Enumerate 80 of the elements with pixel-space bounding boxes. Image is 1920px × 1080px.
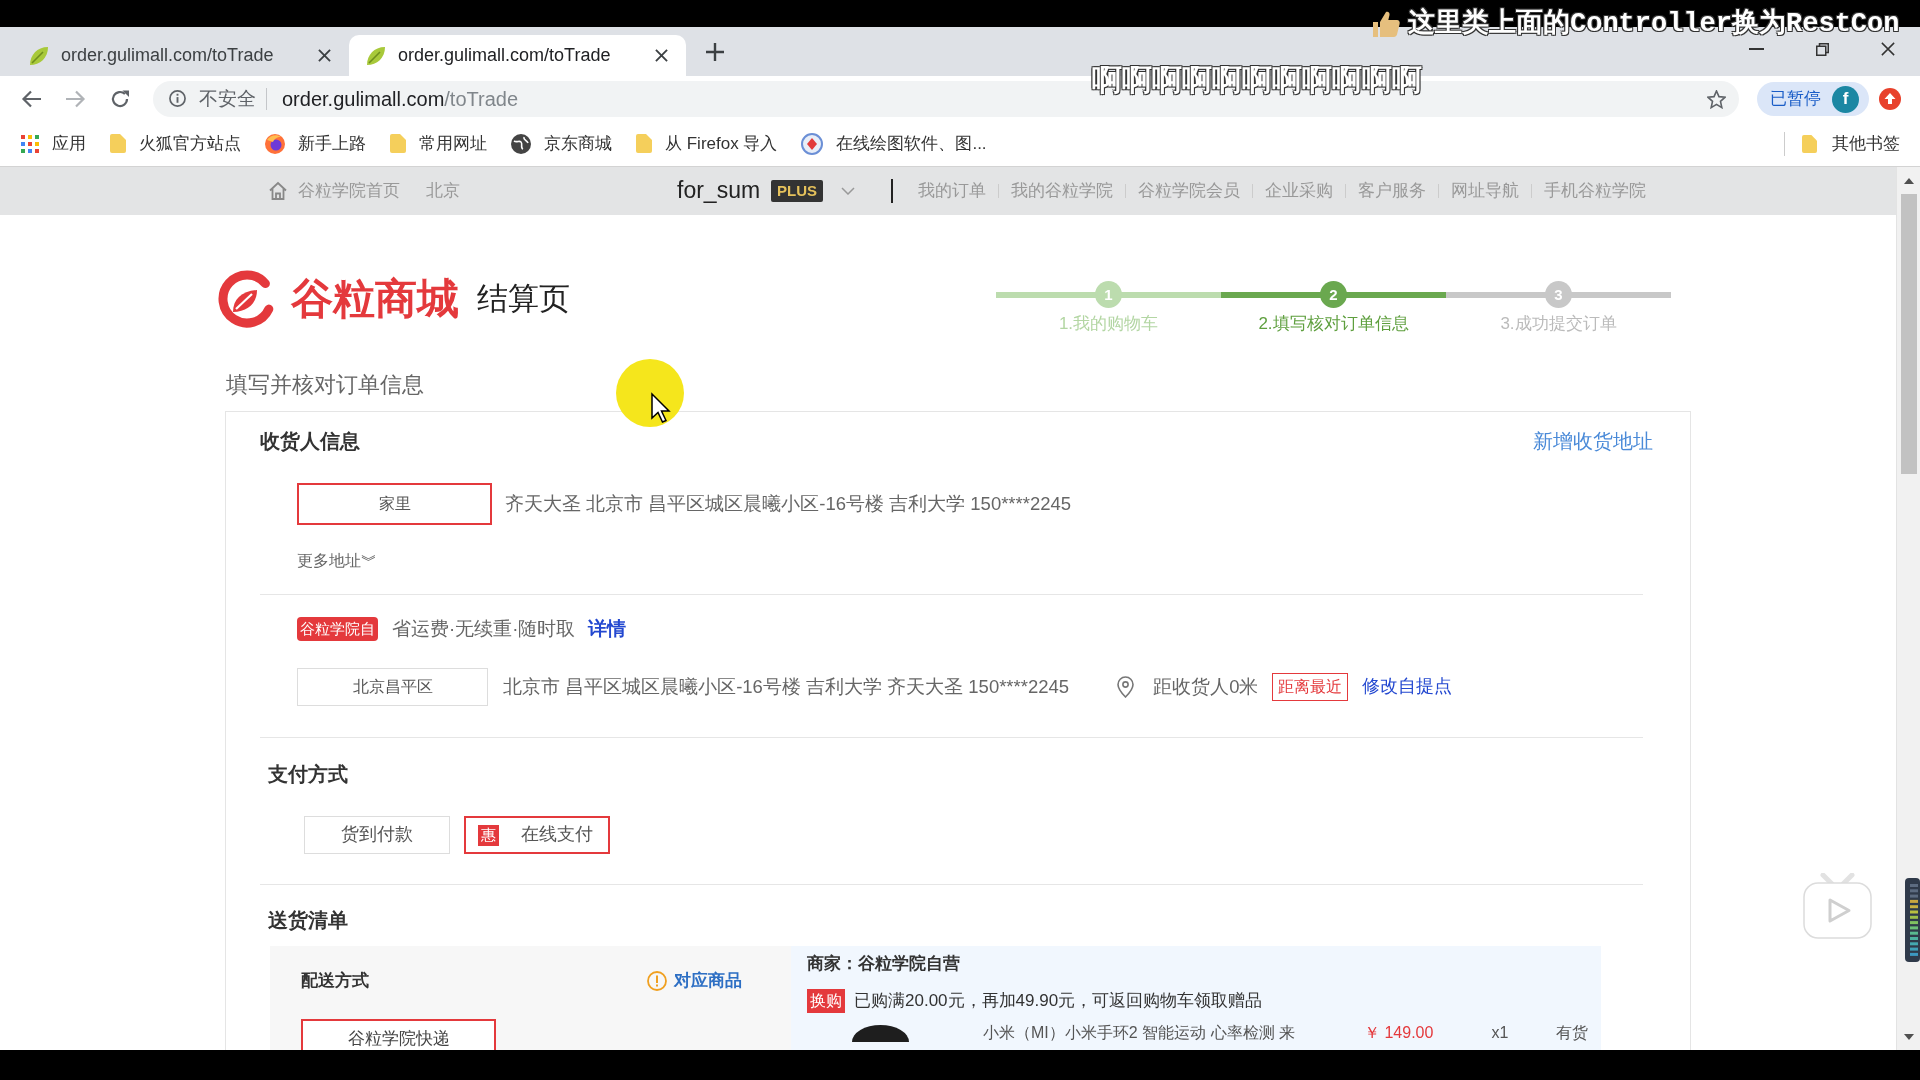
cursor-highlight-icon <box>615 358 685 428</box>
profile-button[interactable]: 已暂停 f <box>1757 82 1869 116</box>
product-quantity: x1 <box>1491 1025 1509 1041</box>
bookmark-link[interactable]: 京东商城 <box>511 133 612 155</box>
browser-logo-icon <box>265 134 285 154</box>
member-badge: PLUS <box>771 180 824 202</box>
add-address-link[interactable]: 新增收货地址 <box>1533 431 1653 451</box>
scrollbar-thumb[interactable] <box>1900 194 1917 474</box>
brand-name: 谷粒商城 <box>291 274 459 324</box>
scroll-up-icon[interactable] <box>1903 178 1914 184</box>
close-icon[interactable] <box>318 49 331 62</box>
step-label: 3.成功提交订单 <box>1500 314 1617 334</box>
leaf-icon <box>29 45 49 66</box>
scrollbar[interactable] <box>1896 167 1920 1050</box>
more-addresses-link[interactable]: 更多地址︾ <box>297 552 377 570</box>
stock-status: 有货 <box>1556 1025 1589 1041</box>
seller-name: 商家：谷粒学院自营 <box>807 955 960 973</box>
bookmark-link[interactable]: 其他书签 <box>1802 133 1900 155</box>
folder-icon <box>110 134 126 154</box>
step-circle: 1 <box>1095 281 1122 308</box>
restore-icon[interactable] <box>1816 42 1829 56</box>
folder-icon <box>1802 135 1817 153</box>
product-photo <box>852 1025 909 1042</box>
shipping-option-button[interactable]: 谷粒学院快递 <box>301 1019 496 1050</box>
nearest-tag: 距离最近 <box>1272 673 1349 701</box>
discount-badge: 惠 <box>478 824 499 846</box>
folder-icon <box>636 134 652 154</box>
bookmark-link[interactable]: 从 Firefox 导入 <box>636 133 778 155</box>
address-text: 齐天大圣 北京市 昌平区城区晨曦小区-16号楼 吉利大学 150****2245 <box>505 492 1072 516</box>
address-tag-button[interactable]: 家里 <box>297 483 492 525</box>
apps-grid-icon <box>21 135 39 153</box>
shipping-method-label: 配送方式 <box>301 971 369 992</box>
page-subtitle: 结算页 <box>477 280 570 318</box>
pickup-badge: 谷粒学院自 <box>297 617 378 641</box>
pickup-station-button[interactable]: 北京昌平区 <box>297 668 488 706</box>
payment-option-button[interactable]: 货到付款 <box>304 816 450 854</box>
browser-tab[interactable]: order.gulimall.com/toTrade <box>349 35 686 76</box>
distance-text: 距收货人0米 <box>1153 675 1259 699</box>
site-logo-icon <box>801 133 824 155</box>
bookmark-link[interactable]: 新手上路 <box>265 133 366 155</box>
step-label: 2.填写核对订单信息 <box>1258 314 1409 334</box>
level-meter-icon <box>1905 878 1920 962</box>
username-link[interactable]: for_sum <box>677 177 761 205</box>
pickup-slogan: 省运费·无续重·随时取 <box>392 617 576 641</box>
page-heading: 填写并核对订单信息 <box>226 372 424 398</box>
related-items-link[interactable]: 对应商品 <box>647 971 742 992</box>
browser-tab[interactable]: order.gulimall.com/toTrade <box>12 35 349 76</box>
security-indicator[interactable]: 不安全 <box>169 87 256 111</box>
back-icon[interactable] <box>21 90 41 108</box>
promo-text: 已购满20.00元，再加49.90元，可返回购物车领取赠品 <box>854 990 1263 1012</box>
reload-icon[interactable] <box>110 89 130 109</box>
info-icon <box>169 90 186 108</box>
details-link[interactable]: 详情 <box>588 617 627 641</box>
step-label: 1.我的购物车 <box>1058 314 1159 334</box>
plus-icon[interactable] <box>706 42 724 61</box>
star-icon[interactable] <box>1707 89 1726 109</box>
globe-icon <box>511 134 531 154</box>
close-icon[interactable] <box>1881 42 1895 56</box>
location-pin-icon <box>1117 676 1135 698</box>
section-title: 收货人信息 <box>260 431 360 451</box>
leaf-icon <box>366 45 386 66</box>
payment-option-button[interactable]: 惠 在线支付 <box>464 816 610 854</box>
scroll-down-icon[interactable] <box>1903 1034 1914 1040</box>
bookmark-link[interactable]: 在线绘图软件、图... <box>801 133 987 155</box>
profile-avatar: f <box>1832 85 1859 113</box>
close-icon[interactable] <box>655 49 668 62</box>
home-icon <box>268 181 288 201</box>
section-title: 支付方式 <box>268 764 348 784</box>
product-name: 小米（MI）小米手环2 智能运动 心率检测 来 <box>983 1025 1295 1041</box>
station-address: 北京市 昌平区城区晨曦小区-16号楼 吉利大学 齐天大圣 150****2245 <box>503 675 1070 699</box>
bookmark-link[interactable]: 火狐官方站点 <box>110 133 241 155</box>
product-price: ￥ 149.00 <box>1364 1025 1434 1041</box>
section-title: 送货清单 <box>268 910 348 930</box>
edit-pickup-link[interactable]: 修改自提点 <box>1362 676 1453 698</box>
bookmark-link[interactable]: 常用网址 <box>390 133 487 155</box>
step-circle: 2 <box>1320 281 1347 308</box>
alert-icon <box>647 971 667 992</box>
folder-icon <box>390 134 406 154</box>
exchange-badge: 换购 <box>807 989 845 1013</box>
bookmark-link[interactable]: 应用 <box>21 133 86 155</box>
